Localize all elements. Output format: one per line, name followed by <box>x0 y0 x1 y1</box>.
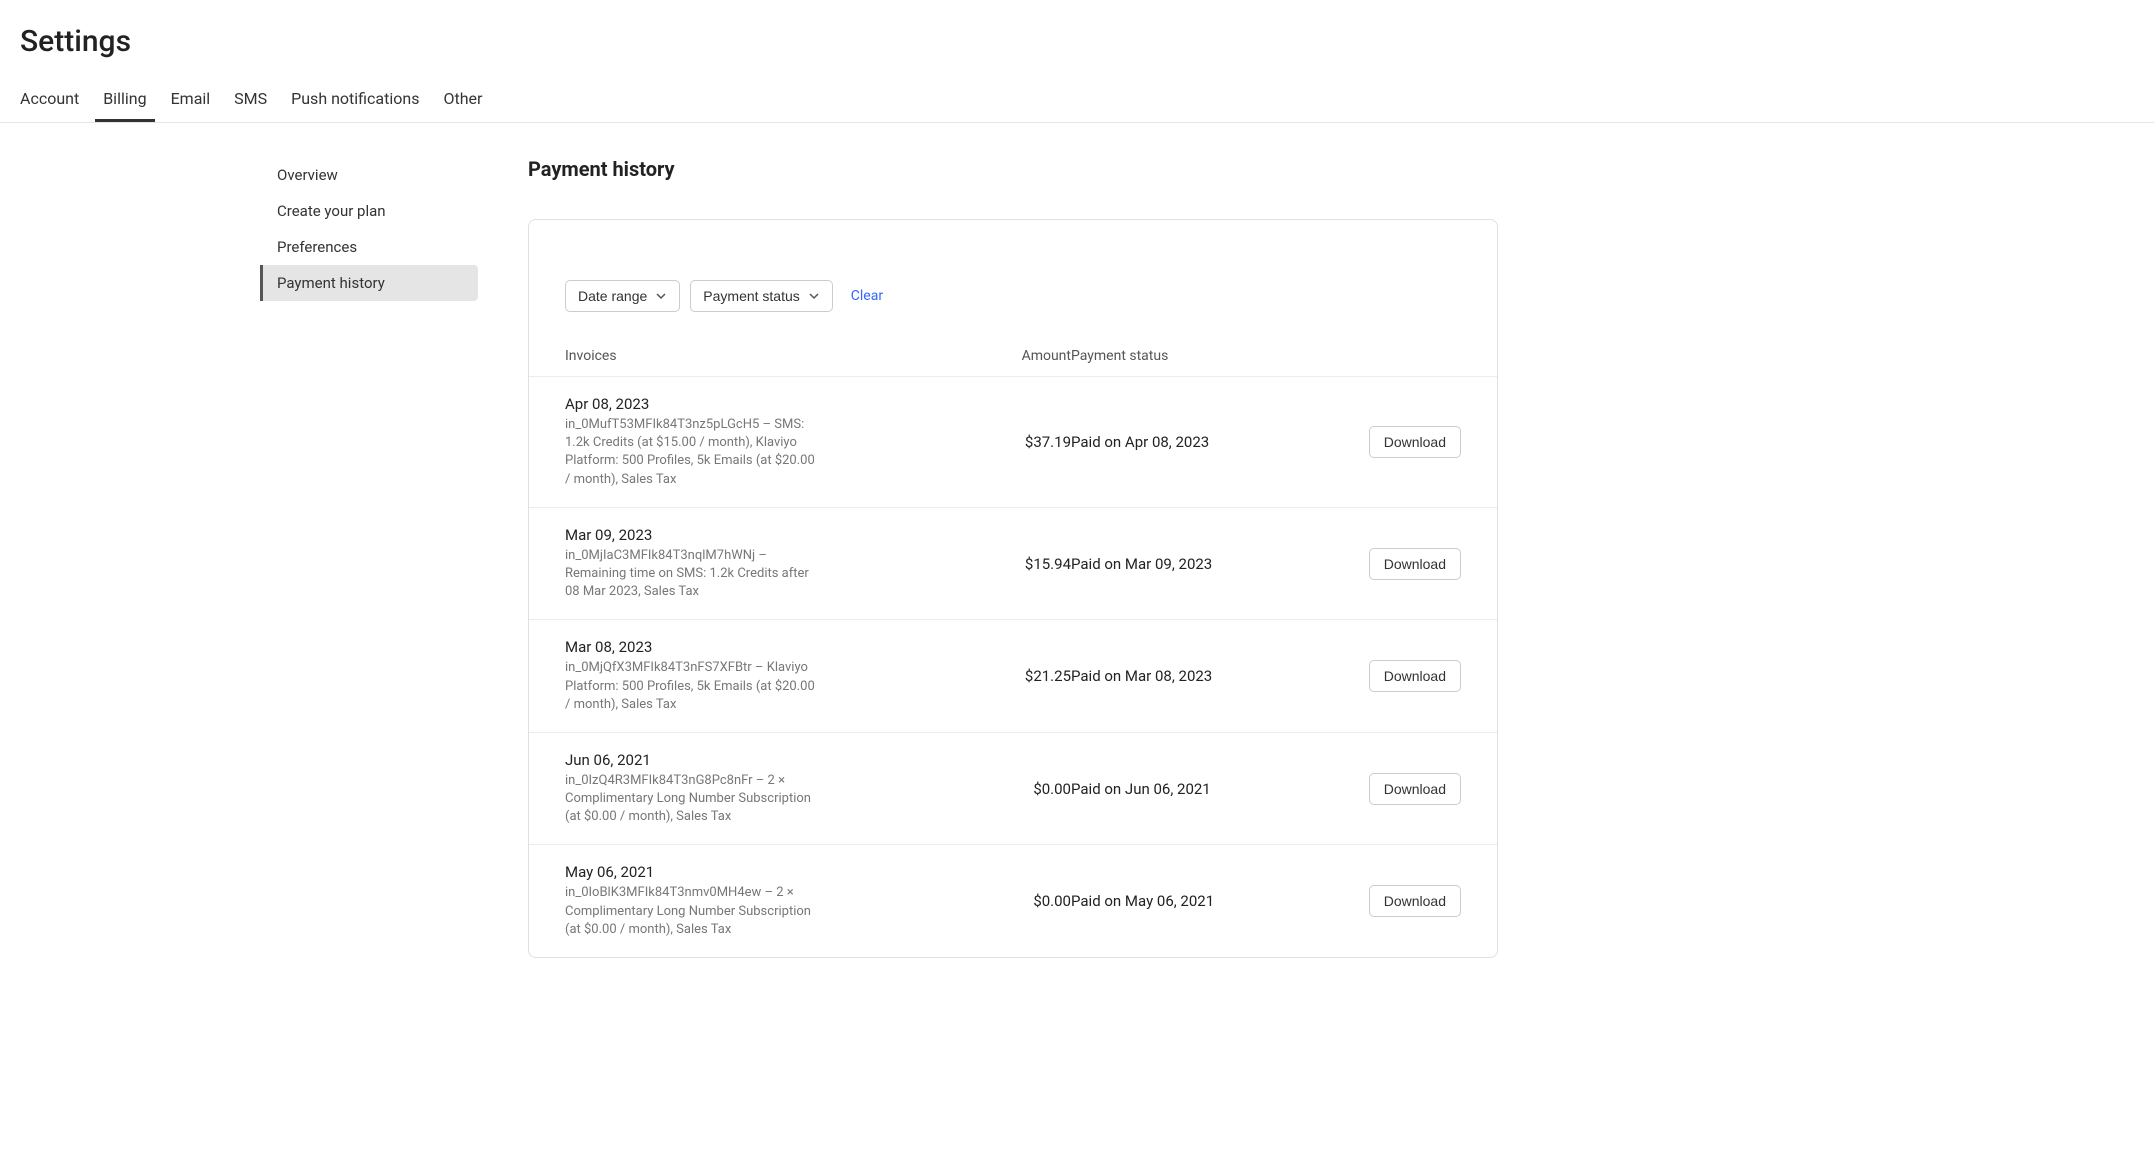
invoice-amount: $0.00 <box>951 780 1071 798</box>
invoices-table: Invoices Amount Payment status Apr 08, 2… <box>529 340 1497 957</box>
page-title: Settings <box>20 24 2134 59</box>
sidebar-item-preferences[interactable]: Preferences <box>260 229 478 265</box>
invoice-status: Paid on Mar 09, 2023 <box>1071 555 1291 573</box>
invoice-amount: $21.25 <box>951 667 1071 685</box>
tab-push-notifications[interactable]: Push notifications <box>291 77 419 122</box>
sidebar-item-payment-history[interactable]: Payment history <box>260 265 478 301</box>
sidebar-item-create-your-plan[interactable]: Create your plan <box>260 193 478 229</box>
invoice-amount: $0.00 <box>951 892 1071 910</box>
table-header: Invoices Amount Payment status <box>529 340 1497 376</box>
th-amount: Amount <box>951 348 1071 364</box>
invoice-desc: in_0MjIaC3MFIk84T3nqlM7hWNj – Remaining … <box>565 547 815 602</box>
top-nav-tabs: Account Billing Email SMS Push notificat… <box>0 77 2154 123</box>
tab-billing[interactable]: Billing <box>103 77 146 122</box>
tab-other[interactable]: Other <box>443 77 482 122</box>
invoice-desc: in_0MufT53MFIk84T3nz5pLGcH5 – SMS: 1.2k … <box>565 416 815 489</box>
date-range-filter[interactable]: Date range <box>565 280 680 312</box>
download-button[interactable]: Download <box>1369 660 1461 692</box>
download-button[interactable]: Download <box>1369 885 1461 917</box>
invoice-desc: in_0IoBlK3MFIk84T3nmv0MH4ew – 2 × Compli… <box>565 884 815 939</box>
invoice-date: Mar 08, 2023 <box>565 638 951 656</box>
filters-bar: Date range Payment status Clear <box>529 220 1497 340</box>
payment-status-filter[interactable]: Payment status <box>690 280 833 312</box>
table-row: Mar 08, 2023 in_0MjQfX3MFIk84T3nFS7XFBtr… <box>529 619 1497 732</box>
invoice-amount: $37.19 <box>951 433 1071 451</box>
table-row: Mar 09, 2023 in_0MjIaC3MFIk84T3nqlM7hWNj… <box>529 507 1497 620</box>
date-range-label: Date range <box>578 288 647 304</box>
payment-history-card: Date range Payment status Clear Invoices… <box>528 219 1498 958</box>
invoice-amount: $15.94 <box>951 555 1071 573</box>
download-button[interactable]: Download <box>1369 773 1461 805</box>
download-button[interactable]: Download <box>1369 548 1461 580</box>
tab-sms[interactable]: SMS <box>234 77 267 122</box>
table-row: May 06, 2021 in_0IoBlK3MFIk84T3nmv0MH4ew… <box>529 844 1497 957</box>
invoice-desc: in_0IzQ4R3MFIk84T3nG8Pc8nFr – 2 × Compli… <box>565 772 815 827</box>
table-row: Jun 06, 2021 in_0IzQ4R3MFIk84T3nG8Pc8nFr… <box>529 732 1497 845</box>
th-payment-status: Payment status <box>1071 348 1291 364</box>
invoice-date: Apr 08, 2023 <box>565 395 951 413</box>
chevron-down-icon <box>808 290 820 302</box>
sidebar-item-overview[interactable]: Overview <box>260 157 478 193</box>
invoice-date: May 06, 2021 <box>565 863 951 881</box>
billing-sidebar: Overview Create your plan Preferences Pa… <box>260 157 478 958</box>
invoice-status: Paid on Apr 08, 2023 <box>1071 433 1291 451</box>
invoice-desc: in_0MjQfX3MFIk84T3nFS7XFBtr – Klaviyo Pl… <box>565 659 815 714</box>
invoice-status: Paid on Jun 06, 2021 <box>1071 780 1291 798</box>
invoice-status: Paid on May 06, 2021 <box>1071 892 1291 910</box>
invoice-status: Paid on Mar 08, 2023 <box>1071 667 1291 685</box>
tab-email[interactable]: Email <box>171 77 211 122</box>
invoice-date: Jun 06, 2021 <box>565 751 951 769</box>
clear-filters-link[interactable]: Clear <box>851 288 883 304</box>
invoice-date: Mar 09, 2023 <box>565 526 951 544</box>
th-invoices: Invoices <box>565 348 951 364</box>
table-row: Apr 08, 2023 in_0MufT53MFIk84T3nz5pLGcH5… <box>529 376 1497 507</box>
section-title: Payment history <box>528 157 1498 181</box>
download-button[interactable]: Download <box>1369 426 1461 458</box>
payment-status-label: Payment status <box>703 288 800 304</box>
tab-account[interactable]: Account <box>20 77 79 122</box>
chevron-down-icon <box>655 290 667 302</box>
